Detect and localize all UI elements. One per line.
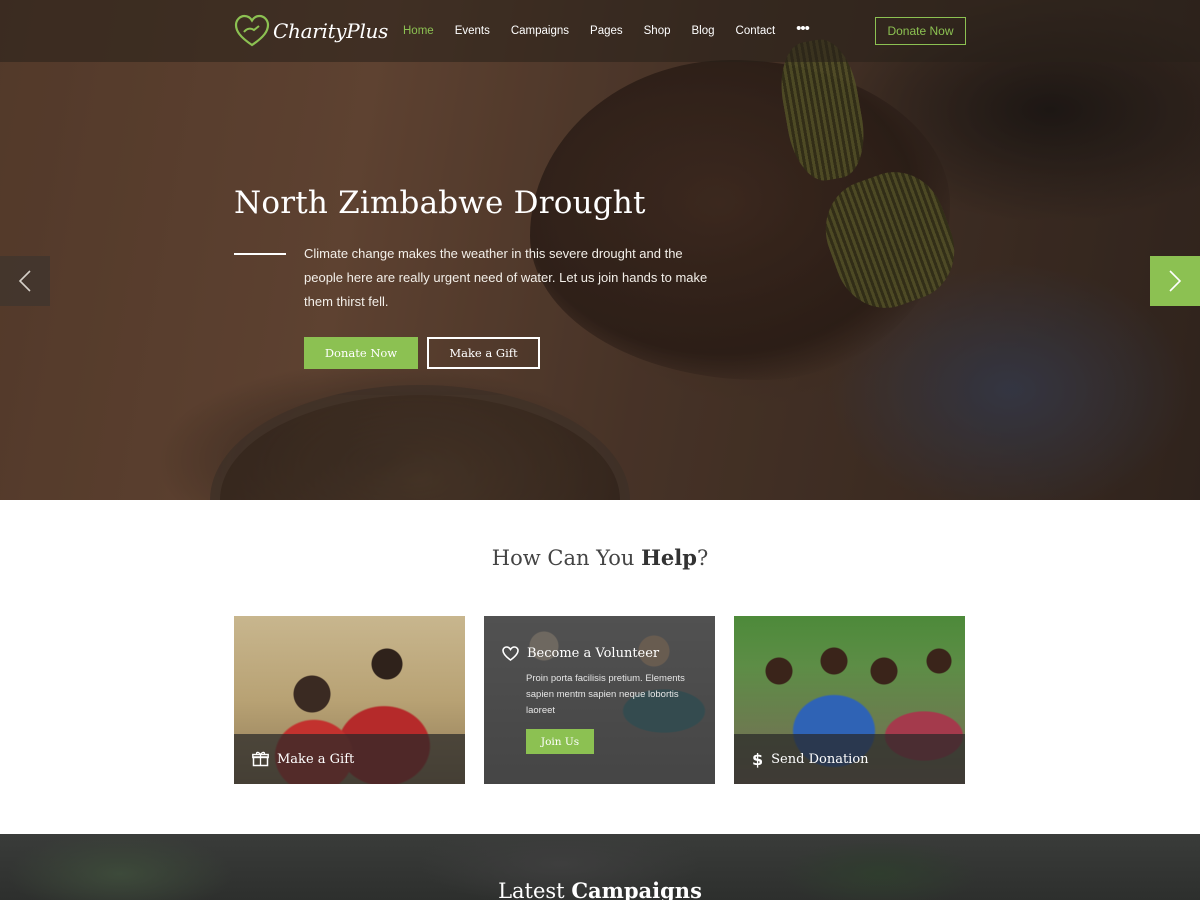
help-title-light: How Can You [491,546,642,570]
join-us-button[interactable]: Join Us [526,729,594,754]
send-donation-card[interactable]: $ Send Donation [734,616,965,784]
hero-divider-line [234,253,286,255]
nav-item-blog[interactable]: Blog [692,25,715,37]
nav-item-pages[interactable]: Pages [590,25,623,37]
site-logo[interactable]: CharityPlus [234,14,388,48]
nav-item-contact[interactable]: Contact [736,25,776,37]
heart-hand-logo-icon [234,14,270,47]
nav-item-shop[interactable]: Shop [644,25,671,37]
campaigns-title-bold: Campaigns [571,878,702,900]
hero-content: North Zimbabwe Drought Climate change ma… [234,185,707,369]
make-gift-label: Make a Gift [277,751,355,767]
card-caption-bar: $ Send Donation [734,734,965,784]
hero-bowl-image [210,385,630,500]
card-caption-bar: Make a Gift [234,734,465,784]
nav-item-events[interactable]: Events [455,25,490,37]
volunteer-heading: Become a Volunteer [502,646,706,661]
slider-prev-button[interactable] [0,256,50,306]
gift-icon [252,751,269,767]
help-section-title: How Can You Help? [0,545,1200,570]
campaigns-title-light: Latest [498,879,572,900]
bracelet-image [811,158,969,322]
heart-icon [502,646,519,661]
help-title-end: ? [696,546,709,570]
hero-description: Climate change makes the weather in this… [304,246,708,309]
chevron-left-icon [18,270,31,292]
main-nav: Home Events Campaigns Pages Shop Blog Co… [403,20,810,37]
become-volunteer-card[interactable]: Become a Volunteer Proin porta facilisis… [484,616,715,784]
more-dots-icon[interactable]: ••• [796,20,810,37]
volunteer-description: Proin porta facilisis pretium. Elements … [526,673,685,716]
volunteer-content: Become a Volunteer Proin porta facilisis… [502,646,706,719]
top-navigation-bar: CharityPlus Home Events Campaigns Pages … [0,0,1200,62]
latest-campaigns-section: Latest Campaigns [0,834,1200,900]
donate-now-header-button[interactable]: Donate Now [875,17,966,45]
chevron-right-icon [1169,270,1182,292]
nav-item-home[interactable]: Home [403,25,434,37]
dollar-icon: $ [752,749,764,769]
nav-item-campaigns[interactable]: Campaigns [511,25,569,37]
slider-next-button[interactable] [1150,256,1200,306]
send-donation-label: Send Donation [771,751,869,767]
hero-donate-now-button[interactable]: Donate Now [304,337,418,369]
logo-text: CharityPlus [273,19,389,43]
make-gift-card[interactable]: Make a Gift [234,616,465,784]
hero-make-gift-button[interactable]: Make a Gift [427,337,540,369]
become-volunteer-label: Become a Volunteer [527,646,660,661]
help-title-bold: Help [641,545,697,570]
campaigns-section-title: Latest Campaigns [0,878,1200,900]
hero-title: North Zimbabwe Drought [234,185,646,221]
